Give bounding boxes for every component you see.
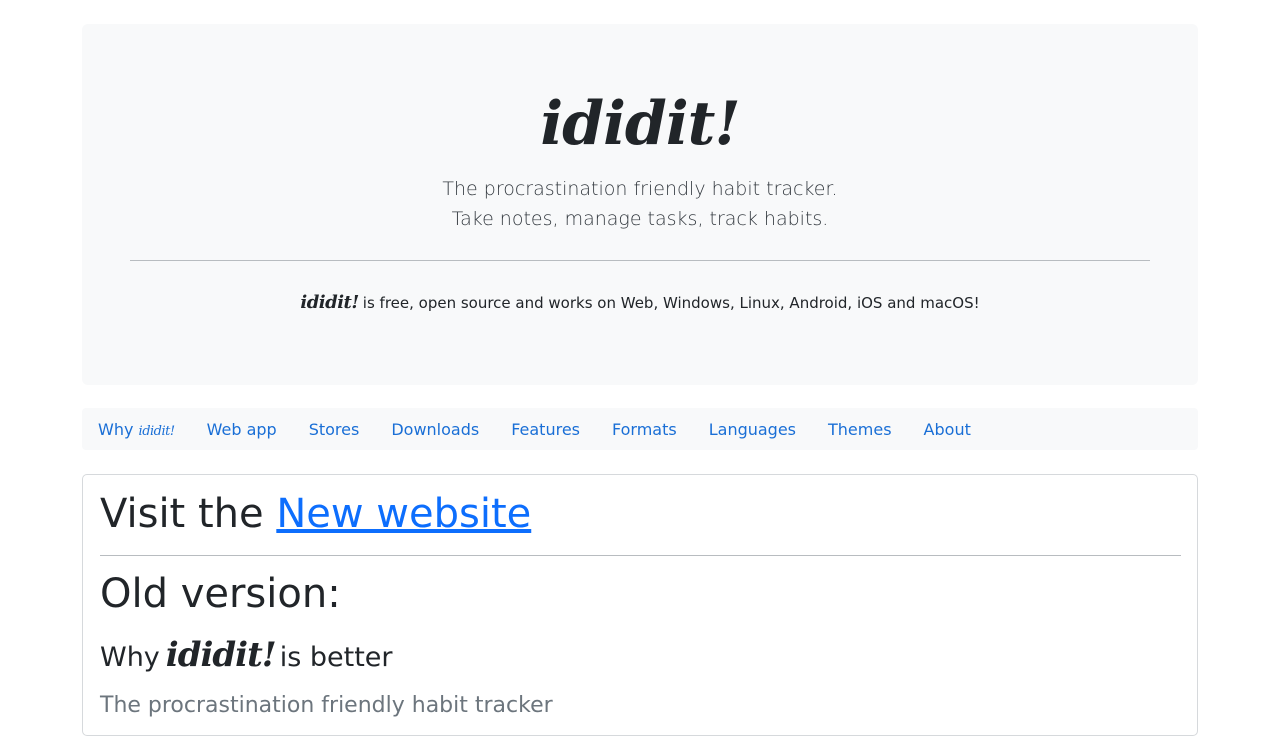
tagline-line-2: Take notes, manage tasks, track habits. [451,208,829,230]
visit-heading: Visit the New website [100,491,531,537]
content-card: Visit the New website Old version: Why id… [82,474,1198,736]
nav-why-prefix: Why [98,419,134,439]
why-better-suffix: is better [279,642,393,673]
why-better-logo: ididit! [165,635,277,675]
section-navbar: Why ididit! Web app Stores Downloads Fea… [82,408,1198,450]
nav-item-formats[interactable]: Formats [596,420,693,439]
nav-item-features[interactable]: Features [495,420,596,439]
why-better-heading: Why ididit! is better [100,635,393,675]
platforms-statement: ididit! is free, open source and works on… [82,292,1198,313]
tagline-line-1: The procrastination friendly habit track… [442,178,838,200]
app-logo: ididit! [540,89,740,159]
nav-item-why[interactable]: Why ididit! [82,420,191,439]
new-website-link[interactable]: New website [276,491,531,537]
nav-why-logo: ididit! [138,423,176,439]
card-divider [100,555,1181,556]
visit-prefix: Visit the [100,491,264,537]
nav-item-languages[interactable]: Languages [693,420,812,439]
platforms-text: is free, open source and works on Web, W… [362,294,980,312]
nav-item-downloads[interactable]: Downloads [375,420,495,439]
old-version-heading: Old version: [100,571,341,617]
nav-item-web-app[interactable]: Web app [191,420,293,439]
nav-item-about[interactable]: About [908,420,987,439]
nav-item-stores[interactable]: Stores [293,420,376,439]
why-better-prefix: Why [100,642,160,673]
inline-logo: ididit! [300,292,359,313]
hero-divider [130,260,1150,261]
hero-jumbotron: ididit! The procrastination friendly hab… [82,24,1198,385]
section-subtitle: The procrastination friendly habit track… [100,693,553,718]
nav-item-themes[interactable]: Themes [812,420,908,439]
